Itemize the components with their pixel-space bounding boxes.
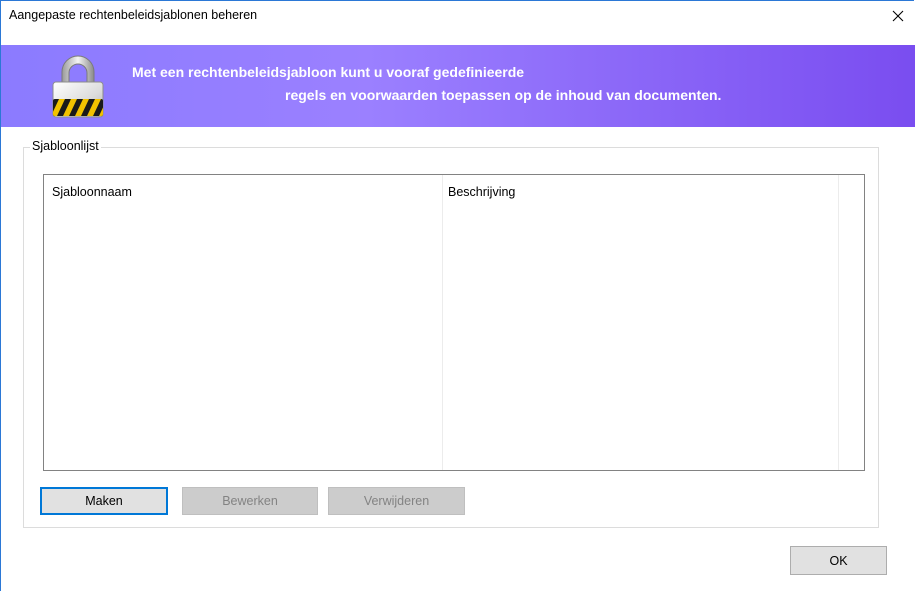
template-list-group: Sjabloonlijst Sjabloonnaam Beschrijving: [23, 139, 879, 528]
create-button[interactable]: Maken: [40, 487, 168, 515]
delete-button[interactable]: Verwijderen: [328, 487, 465, 515]
info-banner: Met een rechtenbeleidsjabloon kunt u voo…: [1, 45, 915, 127]
banner-text-line2: regels en voorwaarden toepassen op de in…: [285, 87, 722, 103]
ok-button[interactable]: OK: [790, 546, 887, 575]
title-bar: Aangepaste rechtenbeleidsjablonen behere…: [1, 1, 914, 31]
column-header-description[interactable]: Beschrijving: [448, 185, 515, 199]
close-button[interactable]: [882, 1, 914, 31]
dialog-window: Aangepaste rechtenbeleidsjablonen behere…: [0, 0, 915, 591]
template-listview[interactable]: Sjabloonnaam Beschrijving: [43, 174, 865, 471]
banner-text-line1: Met een rechtenbeleidsjabloon kunt u voo…: [132, 64, 525, 80]
group-label: Sjabloonlijst: [30, 139, 101, 153]
column-header-name[interactable]: Sjabloonnaam: [52, 185, 132, 199]
column-separator: [442, 175, 443, 470]
padlock-icon: [52, 55, 104, 118]
edit-button[interactable]: Bewerken: [182, 487, 318, 515]
window-title: Aangepaste rechtenbeleidsjablonen behere…: [9, 8, 258, 22]
column-separator: [838, 175, 839, 470]
close-icon: [892, 10, 904, 22]
